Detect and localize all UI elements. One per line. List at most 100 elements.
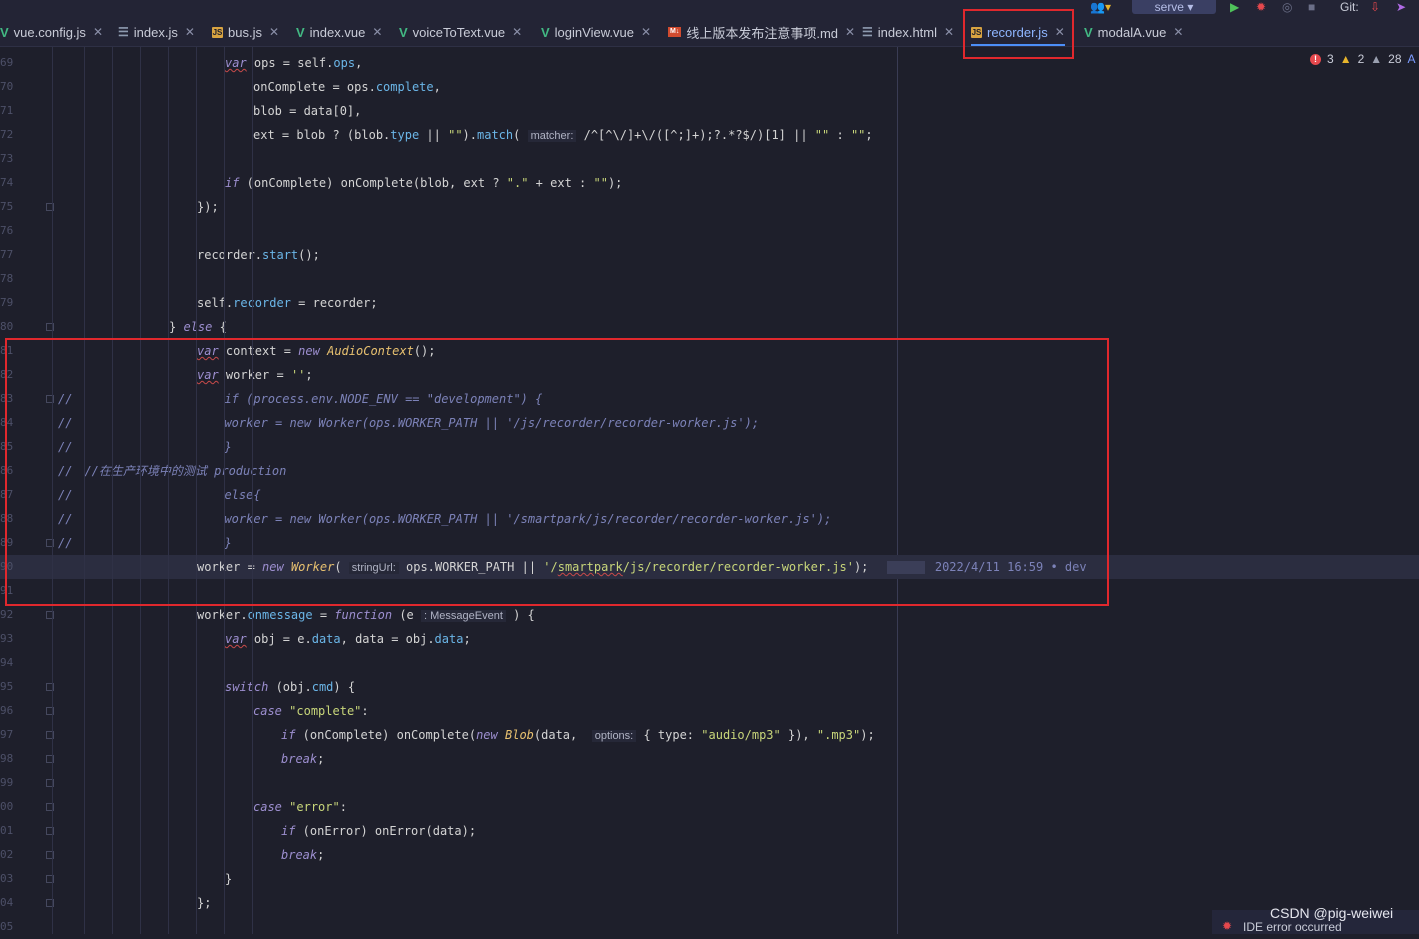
- code-line[interactable]: 05: [0, 915, 1419, 939]
- line-number: 05: [0, 920, 14, 933]
- code-line[interactable]: 98 break;: [0, 747, 1419, 771]
- watermark: CSDN @pig-weiwei: [1270, 905, 1394, 921]
- vue-icon: V: [541, 24, 550, 40]
- code-line[interactable]: 75});: [0, 195, 1419, 219]
- vue-icon: V: [1084, 24, 1093, 40]
- line-number: 73: [0, 152, 14, 165]
- user-icon[interactable]: 👥▾: [1090, 0, 1111, 14]
- code-line[interactable]: 79 self.recorder = recorder;: [0, 291, 1419, 315]
- line-number: 79: [0, 296, 14, 309]
- tab-index-js[interactable]: ☰ index.js ✕: [118, 18, 195, 46]
- line-number: 04: [0, 896, 14, 909]
- tab-modala-vue[interactable]: V modalA.vue ✕: [1084, 18, 1183, 46]
- code-text: var ops = self.ops,: [225, 56, 363, 70]
- code-line[interactable]: 69 var ops = self.ops,: [0, 51, 1419, 75]
- inspection-widget[interactable]: ! 3 ▲ 2 ▲ 28 A: [1310, 52, 1416, 66]
- close-icon[interactable]: ✕: [372, 25, 382, 39]
- close-icon[interactable]: ✕: [641, 25, 651, 39]
- code-line[interactable]: 70 onComplete = ops.complete,: [0, 75, 1419, 99]
- code-line[interactable]: 76: [0, 219, 1419, 243]
- list-icon: ☰: [118, 25, 129, 39]
- line-number: 94: [0, 656, 14, 669]
- code-text: break;: [281, 848, 325, 862]
- run-icon[interactable]: ▶: [1230, 0, 1239, 14]
- code-line[interactable]: 94: [0, 651, 1419, 675]
- code-line[interactable]: 97 if (onComplete) onComplete(new Blob(da…: [0, 723, 1419, 747]
- line-number: 92: [0, 608, 14, 621]
- close-icon[interactable]: ✕: [944, 25, 954, 39]
- line-number: 93: [0, 632, 14, 645]
- tab-label: index.html: [877, 24, 938, 40]
- line-number: 03: [0, 872, 14, 885]
- tab-release-notes-md[interactable]: M↓ 线上版本发布注意事项.md ✕: [668, 18, 855, 46]
- vue-icon: V: [399, 24, 408, 40]
- line-number: 71: [0, 104, 14, 117]
- weak-warning-count: 28: [1388, 52, 1402, 66]
- code-text: if (onComplete) onComplete(new Blob(data…: [281, 728, 875, 742]
- git-push-icon[interactable]: ➤: [1396, 0, 1406, 14]
- vue-icon: V: [0, 24, 9, 40]
- reader-mode-label: A: [1407, 52, 1416, 66]
- warning-count: 2: [1357, 52, 1365, 66]
- tab-label: index.js: [133, 24, 178, 40]
- code-line[interactable]: 71 blob = data[0],: [0, 99, 1419, 123]
- code-line[interactable]: 72 ext = blob ? (blob.type || "").match( …: [0, 123, 1419, 147]
- code-text: blob = data[0],: [253, 104, 362, 118]
- code-line[interactable]: 92 worker.onmessage = function (e : Messa…: [0, 603, 1419, 627]
- stop-icon[interactable]: ■: [1308, 0, 1315, 14]
- tab-vue-config-js[interactable]: V vue.config.js ✕: [0, 18, 103, 46]
- tab-bus-js[interactable]: JS bus.js ✕: [212, 18, 279, 46]
- line-number: 96: [0, 704, 14, 717]
- code-line[interactable]: 03}: [0, 867, 1419, 891]
- code-line[interactable]: 95 switch (obj.cmd) {: [0, 675, 1419, 699]
- close-icon[interactable]: ✕: [845, 25, 855, 39]
- line-number: 80: [0, 320, 14, 333]
- code-text: if (onComplete) onComplete(blob, ext ? "…: [225, 176, 623, 190]
- line-number: 72: [0, 128, 14, 141]
- error-icon: !: [1310, 53, 1321, 65]
- close-icon[interactable]: ✕: [185, 25, 195, 39]
- code-line[interactable]: 99: [0, 771, 1419, 795]
- code-line[interactable]: 96 case "complete":: [0, 699, 1419, 723]
- code-line[interactable]: 00 case "error":: [0, 795, 1419, 819]
- tab-index-html[interactable]: ☰ index.html ✕: [862, 18, 954, 46]
- tab-index-vue[interactable]: V index.vue ✕: [296, 18, 382, 46]
- code-text: switch (obj.cmd) {: [225, 680, 356, 694]
- git-update-icon[interactable]: ⇩: [1370, 0, 1380, 14]
- code-line[interactable]: 74 if (onComplete) onComplete(blob, ext ?…: [0, 171, 1419, 195]
- line-number: 97: [0, 728, 14, 741]
- code-line[interactable]: 80} else {: [0, 315, 1419, 339]
- tab-voicetotext-vue[interactable]: V voiceToText.vue ✕: [399, 18, 522, 46]
- tab-label: modalA.vue: [1097, 24, 1167, 40]
- ide-error-text: IDE error occurred: [1243, 920, 1342, 934]
- close-icon[interactable]: ✕: [93, 25, 103, 39]
- code-line[interactable]: 93 var obj = e.data, data = obj.data;: [0, 627, 1419, 651]
- code-line[interactable]: 78: [0, 267, 1419, 291]
- bug-icon: ✹: [1222, 919, 1233, 933]
- code-text: }: [225, 872, 233, 886]
- warning-icon: ▲: [1339, 52, 1352, 66]
- code-line[interactable]: 02 break;: [0, 843, 1419, 867]
- tab-label: vue.config.js: [13, 24, 86, 40]
- tab-label: bus.js: [228, 24, 262, 40]
- code-text: worker.onmessage = function (e : Message…: [197, 608, 535, 622]
- close-icon[interactable]: ✕: [512, 25, 522, 39]
- git-label: Git:: [1340, 0, 1359, 14]
- code-line[interactable]: 01 if (onError) onError(data);: [0, 819, 1419, 843]
- close-icon[interactable]: ✕: [269, 25, 279, 39]
- line-number: 69: [0, 56, 14, 69]
- code-line[interactable]: 77 recorder.start();: [0, 243, 1419, 267]
- code-text: onComplete = ops.complete,: [253, 80, 441, 94]
- code-line[interactable]: 04};: [0, 891, 1419, 915]
- tab-label: voiceToText.vue: [412, 24, 506, 40]
- code-text: recorder.start();: [197, 248, 320, 262]
- code-line[interactable]: 73: [0, 147, 1419, 171]
- tab-loginview-vue[interactable]: V loginView.vue ✕: [541, 18, 651, 46]
- run-config-select[interactable]: serve ▾: [1132, 0, 1216, 14]
- js-icon: JS: [212, 26, 223, 38]
- debug-icon[interactable]: ✹: [1256, 0, 1266, 14]
- close-icon[interactable]: ✕: [1173, 25, 1183, 39]
- profile-icon[interactable]: ◎: [1282, 0, 1292, 14]
- line-number: 76: [0, 224, 14, 237]
- code-text: var obj = e.data, data = obj.data;: [225, 632, 471, 646]
